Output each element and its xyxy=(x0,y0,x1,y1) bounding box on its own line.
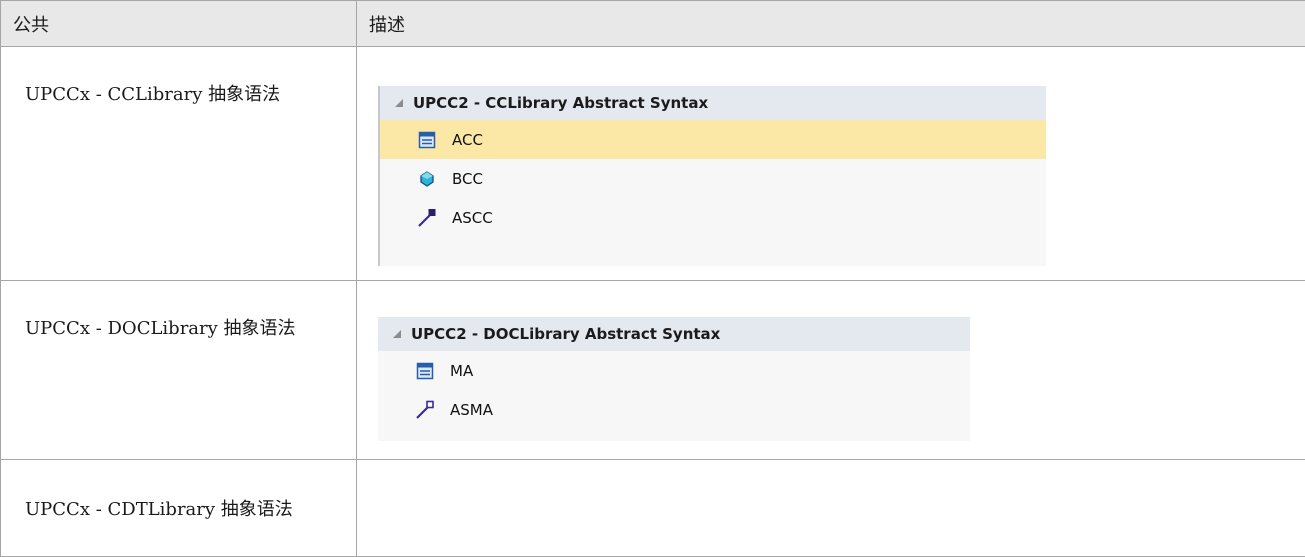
row-name: UPCCx - CCLibrary 抽象语法 xyxy=(1,47,356,106)
class-icon xyxy=(414,360,436,382)
toolbox-item-label: MA xyxy=(450,362,473,380)
toolbox-title: UPCC2 - DOCLibrary Abstract Syntax xyxy=(411,325,720,343)
toolbox-item-label: BCC xyxy=(452,170,483,188)
row-description-cell xyxy=(357,460,1305,557)
row-name-cell: UPCCx - DOCLibrary 抽象语法 xyxy=(1,281,357,460)
table-row: UPCCx - CDTLibrary 抽象语法 xyxy=(1,460,1305,557)
association-icon xyxy=(416,207,438,229)
collapse-triangle-icon[interactable] xyxy=(395,99,403,107)
toolbox-panel: UPCC2 - DOCLibrary Abstract Syntax MA xyxy=(378,317,970,441)
toolbox-item-label: ASMA xyxy=(450,401,493,419)
collapse-triangle-icon[interactable] xyxy=(393,330,401,338)
class-icon xyxy=(416,129,438,151)
row-name: UPCCx - DOCLibrary 抽象语法 xyxy=(1,281,356,340)
toolbox-title: UPCC2 - CCLibrary Abstract Syntax xyxy=(413,94,708,112)
row-name-cell: UPCCx - CCLibrary 抽象语法 xyxy=(1,47,357,281)
table-header-row: 公共 描述 xyxy=(1,1,1305,47)
row-name: UPCCx - CDTLibrary 抽象语法 xyxy=(1,460,356,521)
toolbox-header[interactable]: UPCC2 - DOCLibrary Abstract Syntax xyxy=(378,317,970,351)
row-name-cell: UPCCx - CDTLibrary 抽象语法 xyxy=(1,460,357,557)
toolbox-item-ma[interactable]: MA xyxy=(378,351,970,390)
attribute-icon xyxy=(416,168,438,190)
toolbox-header[interactable]: UPCC2 - CCLibrary Abstract Syntax xyxy=(380,86,1046,120)
table-row: UPCCx - CCLibrary 抽象语法 UPCC2 - CCLibrary… xyxy=(1,47,1305,281)
column-header-public: 公共 xyxy=(1,1,357,47)
column-header-description: 描述 xyxy=(357,1,1305,47)
toolbox-item-ascc[interactable]: ASCC xyxy=(380,198,1046,237)
toolbox-item-bcc[interactable]: BCC xyxy=(380,159,1046,198)
toolbox-item-label: ASCC xyxy=(452,209,493,227)
table-row: UPCCx - DOCLibrary 抽象语法 UPCC2 - DOCLibra… xyxy=(1,281,1305,460)
toolbox-item-asma[interactable]: ASMA xyxy=(378,390,970,429)
association-icon xyxy=(414,399,436,421)
row-description-cell: UPCC2 - DOCLibrary Abstract Syntax MA xyxy=(357,281,1305,460)
row-description-cell: UPCC2 - CCLibrary Abstract Syntax ACC xyxy=(357,47,1305,281)
toolbox-item-label: ACC xyxy=(452,131,483,149)
toolbox-item-acc[interactable]: ACC xyxy=(380,120,1046,159)
toolbox-panel: UPCC2 - CCLibrary Abstract Syntax ACC xyxy=(378,86,1046,266)
document-table: 公共 描述 UPCCx - CCLibrary 抽象语法 UPCC2 - CCL… xyxy=(0,0,1305,557)
